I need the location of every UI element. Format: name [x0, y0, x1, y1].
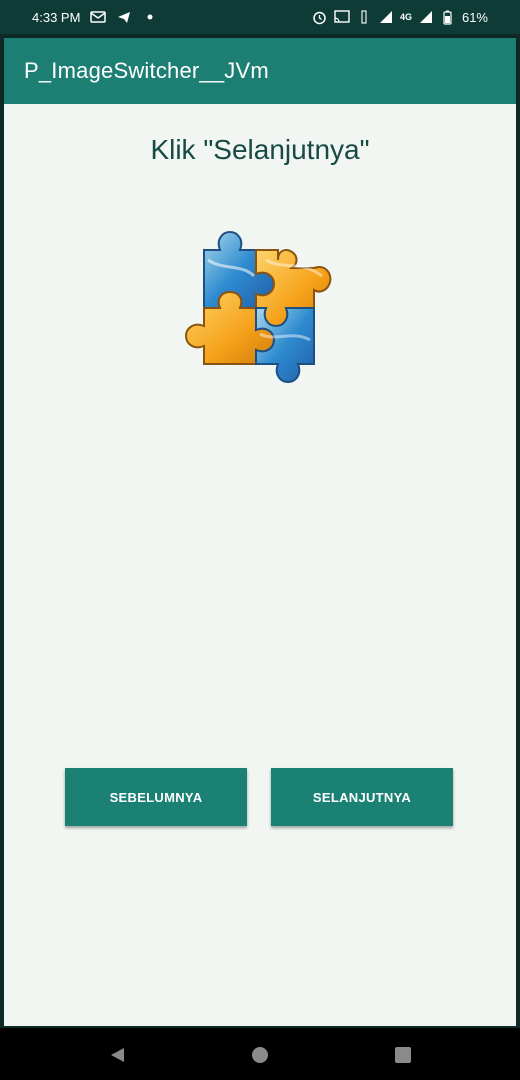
battery-icon — [440, 9, 456, 25]
app-title: P_ImageSwitcher__JVm — [24, 58, 269, 83]
puzzle-pieces-icon — [184, 230, 332, 384]
message-icon — [90, 9, 107, 25]
network-type: 4G — [399, 12, 412, 22]
signal-icon — [378, 9, 394, 25]
device-screen: 4:33 PM 4G 61% P_ImageSwitcher__JVm Klik… — [0, 0, 520, 1080]
next-button[interactable]: SELANJUTNYA — [271, 768, 453, 826]
status-right: 4G 61% — [312, 0, 488, 34]
home-icon[interactable] — [249, 1044, 271, 1066]
previous-button[interactable]: SEBELUMNYA — [65, 768, 247, 826]
page-heading: Klik "Selanjutnya" — [150, 134, 370, 165]
status-left: 4:33 PM — [32, 0, 158, 34]
signal-2-icon — [418, 9, 434, 25]
status-bar: 4:33 PM 4G 61% — [0, 0, 520, 34]
vibrate-icon — [356, 9, 372, 25]
app-bar: P_ImageSwitcher__JVm — [4, 38, 516, 104]
recents-icon[interactable] — [392, 1044, 414, 1066]
image-switcher — [182, 230, 338, 384]
notification-dot-icon — [142, 9, 158, 25]
cast-icon — [334, 9, 350, 25]
navigation-bar — [0, 1028, 520, 1080]
battery-percent: 61% — [461, 9, 488, 25]
back-icon[interactable] — [106, 1044, 128, 1066]
telegram-icon — [116, 9, 132, 25]
main-content: Klik "Selanjutnya" SEBELUMNYA SELANJUTNY… — [4, 104, 516, 1026]
status-time: 4:33 PM — [32, 9, 81, 25]
alarm-icon — [312, 9, 328, 25]
